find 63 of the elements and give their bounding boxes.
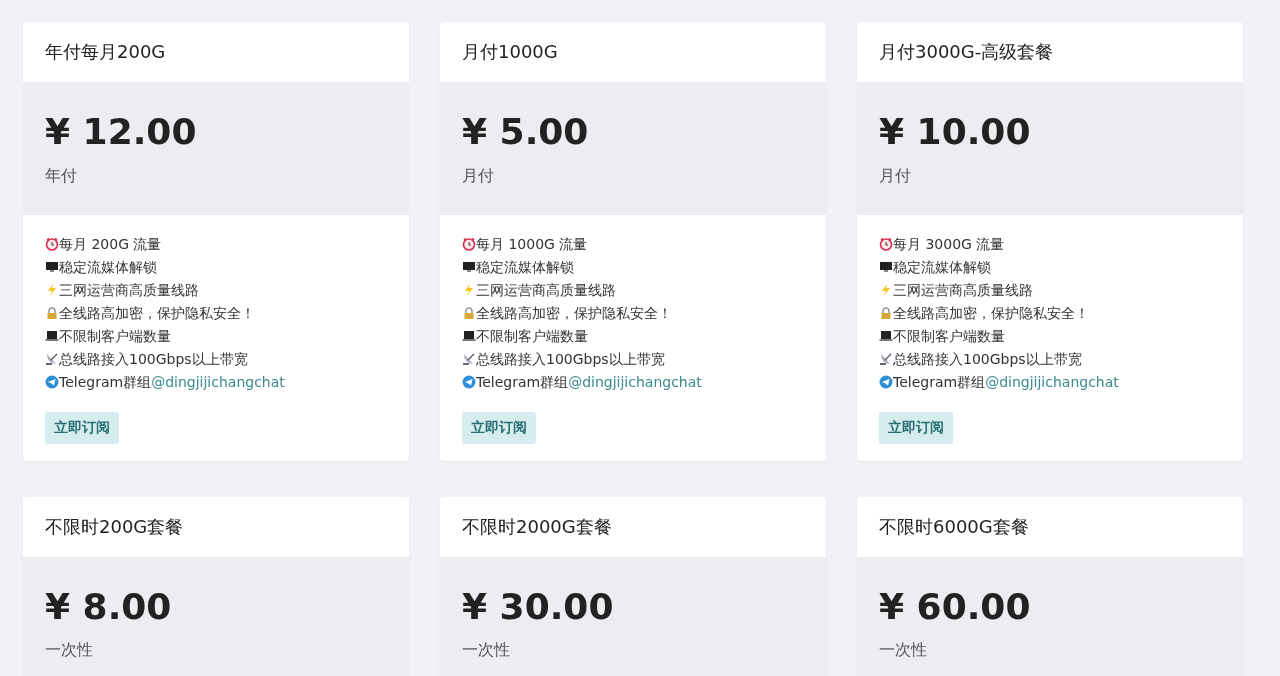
monitor-icon <box>462 260 476 275</box>
plan-title: 不限时2000G套餐 <box>462 514 612 539</box>
telegram-icon <box>45 375 59 390</box>
billing-period: 月付 <box>879 165 911 187</box>
plan-title: 月付1000G <box>462 40 558 64</box>
subscribe-button[interactable]: 立即订阅 <box>879 411 953 444</box>
feature-text: 全线路高加密，保护隐私安全！ <box>476 303 672 323</box>
telegram-link[interactable]: @dingjijichangchat <box>568 370 702 394</box>
feature-text: 稳定流媒体解锁 <box>476 257 574 277</box>
monitor-icon <box>45 260 59 275</box>
billing-period: 一次性 <box>45 640 93 662</box>
satellite-dish-icon <box>45 352 59 367</box>
plan-price: ¥ 12.00 <box>45 112 197 152</box>
billing-period: 一次性 <box>462 640 510 662</box>
feature-text: 三网运营商高质量线路 <box>59 280 199 300</box>
feature-text: 总线路接入100Gbps以上带宽 <box>59 349 248 369</box>
plan-price: ¥ 10.00 <box>879 112 1031 152</box>
alarm-clock-icon <box>879 237 893 252</box>
telegram-icon <box>879 375 893 390</box>
feature-text: Telegram群组 <box>59 372 152 392</box>
feature-text: 三网运营商高质量线路 <box>893 280 1033 300</box>
feature-text: 全线路高加密，保护隐私安全！ <box>59 303 255 323</box>
plan-title: 月付3000G-高级套餐 <box>879 40 1054 64</box>
plan-title: 不限时200G套餐 <box>45 514 184 539</box>
plan-price: ¥ 60.00 <box>879 586 1031 627</box>
billing-period: 一次性 <box>879 640 927 662</box>
laptop-icon <box>45 329 59 344</box>
feature-text: Telegram群组 <box>476 372 569 392</box>
subscribe-button[interactable]: 立即订阅 <box>45 411 119 444</box>
telegram-link[interactable]: @dingjijichangchat <box>985 370 1119 394</box>
subscribe-button[interactable]: 立即订阅 <box>462 411 536 444</box>
laptop-icon <box>879 329 893 344</box>
satellite-dish-icon <box>879 352 893 367</box>
plan-price: ¥ 8.00 <box>45 586 172 627</box>
feature-text: 不限制客户端数量 <box>59 326 171 346</box>
feature-text: 三网运营商高质量线路 <box>476 280 616 300</box>
feature-text: 稳定流媒体解锁 <box>59 257 157 277</box>
lock-icon <box>45 306 59 321</box>
alarm-clock-icon <box>462 237 476 252</box>
plan-price: ¥ 30.00 <box>462 586 614 627</box>
feature-text: 全线路高加密，保护隐私安全！ <box>893 303 1089 323</box>
laptop-icon <box>462 329 476 344</box>
feature-text: 每月 1000G 流量 <box>476 234 588 254</box>
feature-text: 总线路接入100Gbps以上带宽 <box>476 349 665 369</box>
plan-title: 年付每月200G <box>45 40 166 64</box>
feature-text: 每月 3000G 流量 <box>893 234 1005 254</box>
feature-text: 稳定流媒体解锁 <box>893 257 991 277</box>
lock-icon <box>879 306 893 321</box>
feature-text: Telegram群组 <box>893 372 986 392</box>
plan-title: 不限时6000G套餐 <box>879 514 1029 539</box>
feature-text: 不限制客户端数量 <box>476 326 588 346</box>
alarm-clock-icon <box>45 237 59 252</box>
billing-period: 月付 <box>462 165 494 187</box>
feature-text: 每月 200G 流量 <box>59 234 162 254</box>
feature-text: 总线路接入100Gbps以上带宽 <box>893 349 1082 369</box>
feature-text: 不限制客户端数量 <box>893 326 1005 346</box>
telegram-icon <box>462 375 476 390</box>
plan-price: ¥ 5.00 <box>462 112 589 152</box>
lock-icon <box>462 306 476 321</box>
billing-period: 年付 <box>45 165 77 187</box>
telegram-link[interactable]: @dingjijichangchat <box>151 370 285 394</box>
monitor-icon <box>879 260 893 275</box>
satellite-dish-icon <box>462 352 476 367</box>
